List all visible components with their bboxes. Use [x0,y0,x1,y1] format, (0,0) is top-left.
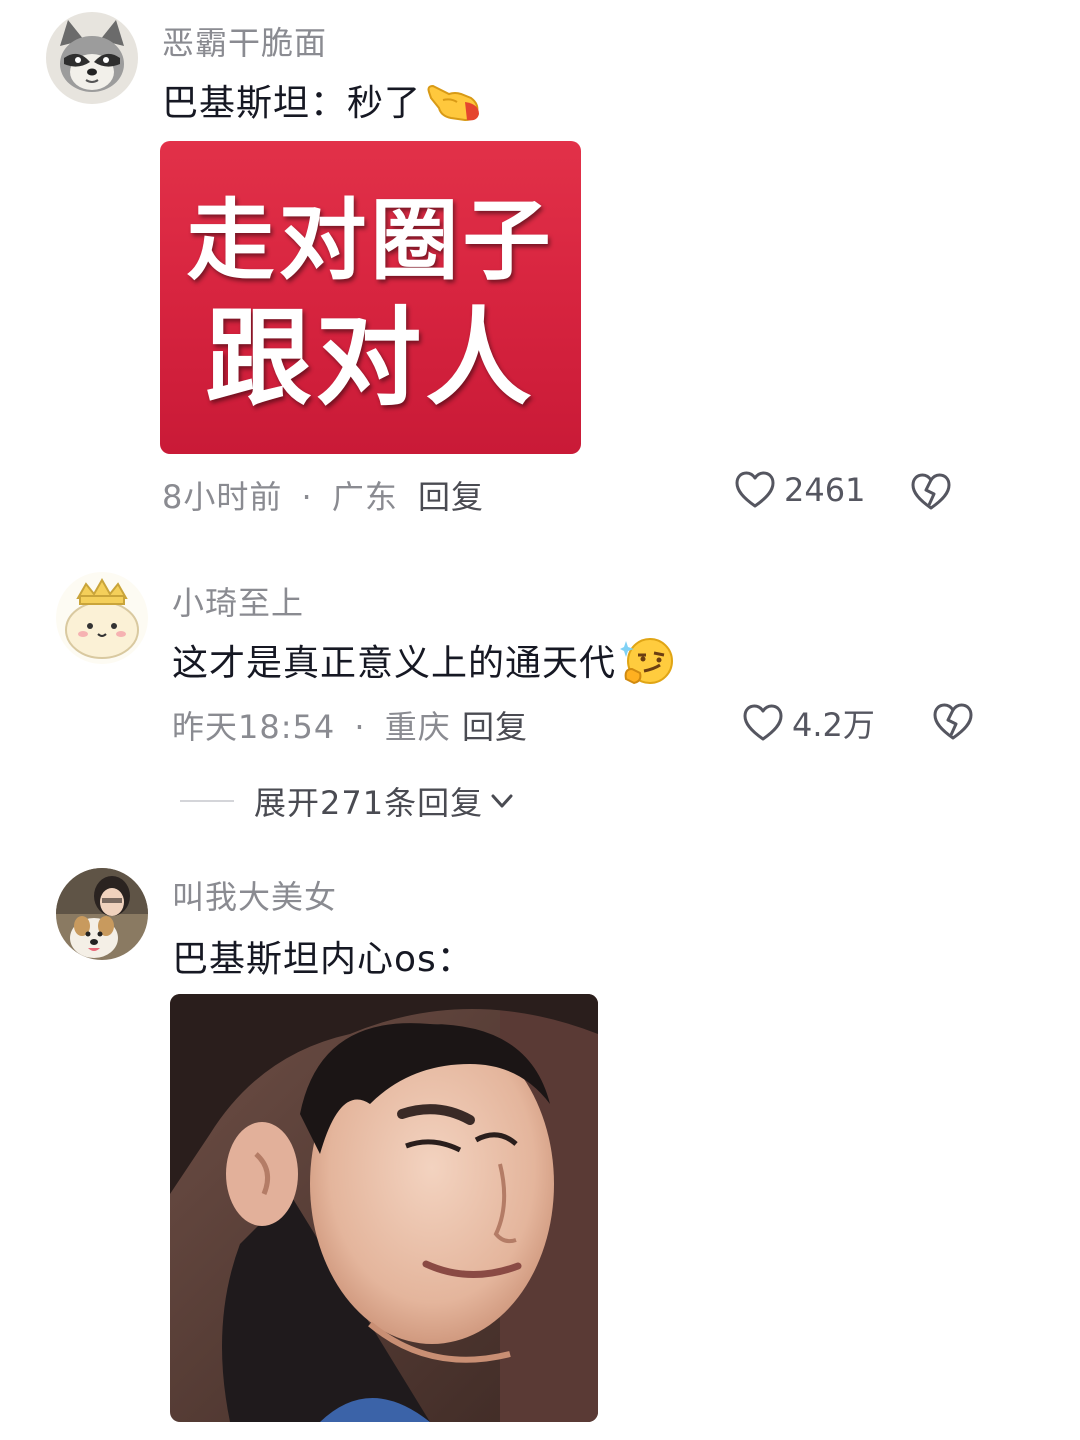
broken-heart-icon [933,703,973,740]
comment-location: 广东 [331,478,398,516]
sticker-image[interactable]: 走对圈子 跟对人 [160,141,581,454]
comment-time: 8小时前 [162,478,283,516]
dislike-button[interactable] [932,702,974,746]
pointing-hand-emoji [425,78,483,133]
meta-separator: · [354,708,366,746]
username[interactable]: 叫我大美女 [172,872,337,918]
avatar-crown-bear[interactable] [56,572,148,664]
comment-meta: 8小时前 · 广东 [162,472,398,518]
username[interactable]: 恶霸干脆面 [162,18,327,64]
comment-text: 巴基斯坦：秒了 [162,74,483,133]
like-button[interactable]: 4.2万 [742,700,875,746]
expand-replies-label: 展开271条回复 [254,784,484,822]
avatar-girl-dog[interactable] [56,868,148,960]
like-count: 2461 [784,471,866,509]
comment-text-content: 这才是真正意义上的通天代 [172,643,617,684]
divider-line [180,800,234,802]
username[interactable]: 小琦至上 [172,578,304,624]
reply-button[interactable]: 回复 [462,702,528,748]
broken-heart-icon [911,473,951,510]
reply-button[interactable]: 回复 [418,472,484,518]
avatar-raccoon[interactable] [46,12,138,104]
heart-icon [743,704,783,741]
comment-location: 重庆 [384,708,451,746]
expand-replies-button[interactable]: 展开271条回复 [180,778,517,824]
comment-text-content: 巴基斯坦：秒了 [162,83,422,124]
heart-icon [735,471,775,508]
meta-separator: · [301,478,313,516]
like-button[interactable]: 2461 [734,470,865,510]
like-count: 4.2万 [792,706,875,744]
chevron-down-icon [491,794,513,808]
smirking-man-photo[interactable] [170,994,598,1422]
sticker-line-2: 跟对人 [205,297,536,420]
comment-meta: 昨天18:54 · 重庆 [172,702,451,748]
sticker-line-1: 走对圈子 [186,189,555,292]
comment-text: 巴基斯坦内心os： [172,939,474,980]
thinking-smirk-emoji [620,635,676,696]
comment-time: 昨天18:54 [172,708,336,746]
dislike-button[interactable] [910,472,952,516]
comment-text: 这才是真正意义上的通天代 [172,634,676,696]
